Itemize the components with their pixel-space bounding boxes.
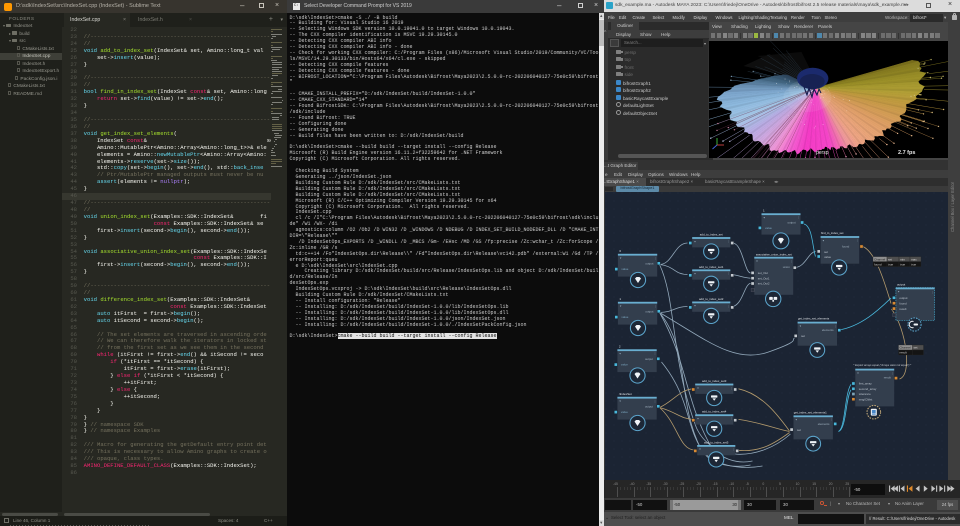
svg-text:value: value (620, 363, 627, 367)
svg-text:set_Out: set_Out (757, 271, 767, 275)
svg-text:result: result (899, 351, 907, 355)
svg-text:output: output (899, 296, 907, 300)
svg-text:set: set (824, 250, 828, 254)
svg-text:get_index_set_elements1: get_index_set_elements1 (793, 410, 826, 414)
svg-text:Channel: Channel (874, 257, 886, 261)
svg-text:value: value (620, 410, 627, 414)
svg-text:tolerance: tolerance (858, 392, 870, 396)
svg-text:set_Out1: set_Out1 (757, 276, 769, 280)
svg-text:⋮: ⋮ (797, 217, 800, 220)
svg-text:add_to_index_set1: add_to_index_set1 (698, 265, 723, 269)
svg-text:value: value (765, 226, 772, 230)
svg-text:set_Out2: set_Out2 (757, 282, 769, 286)
svg-text:⋮: ⋮ (730, 418, 733, 421)
svg-text:⋮: ⋮ (727, 305, 730, 308)
svg-text:output: output (645, 261, 653, 265)
svg-text:union: union (782, 265, 789, 269)
svg-text:⋮: ⋮ (727, 240, 730, 243)
svg-text:⋮: ⋮ (730, 387, 733, 390)
svg-text:output: output (644, 357, 652, 361)
svg-text:result: result (883, 376, 890, 380)
svg-text:associative_union_index_set: associative_union_index_set (755, 252, 791, 256)
svg-text:set: set (888, 257, 892, 261)
svg-text:output: output (644, 404, 652, 408)
svg-text:true: true (888, 262, 894, 266)
svg-text:⋮: ⋮ (654, 257, 657, 260)
svg-text:value: value (824, 255, 831, 259)
svg-text:true: true (900, 262, 906, 266)
svg-text:elements: elements (817, 422, 829, 426)
svg-text:max: max (911, 257, 917, 261)
svg-text:output: output (896, 283, 905, 287)
svg-text:⋮: ⋮ (654, 305, 657, 308)
svg-text:⋮: ⋮ (891, 372, 894, 375)
svg-text:true: true (911, 262, 917, 266)
svg-text:msg/Clblst: msg/Clblst (858, 397, 872, 401)
svg-text:⋮: ⋮ (829, 419, 832, 422)
svg-text:second_array: second_array (858, 387, 876, 391)
svg-text:2.7 fps: 2.7 fps (898, 150, 915, 156)
svg-text:⋮: ⋮ (931, 291, 934, 294)
svg-text:first_array: first_array (858, 382, 871, 386)
svg-text:⋮: ⋮ (856, 239, 859, 242)
svg-text:value: value (621, 267, 628, 271)
svg-text:/IndexSet: /IndexSet (618, 392, 631, 396)
svg-text:⋮: ⋮ (727, 273, 730, 276)
svg-text:persp: persp (816, 150, 829, 156)
svg-text:get_index_set_elements: get_index_set_elements (797, 317, 829, 321)
svg-text:found: found (841, 245, 849, 249)
svg-text:⋮: ⋮ (790, 260, 793, 263)
svg-text:elements: elements (821, 328, 833, 332)
svg-text:set: set (801, 334, 805, 338)
svg-text:Channel: Channel (899, 346, 911, 350)
svg-text:found: found (899, 301, 907, 305)
svg-text:value: value (621, 315, 628, 319)
svg-text:add_to_index_set3: add_to_index_set3 (701, 379, 726, 383)
svg-text:found: found (874, 262, 882, 266)
svg-text:⋮: ⋮ (653, 400, 656, 403)
svg-text:add_to_index_set: add_to_index_set (699, 233, 722, 237)
svg-text:⋮: ⋮ (653, 353, 656, 356)
svg-text:find_in_index_set: find_in_index_set (820, 231, 843, 235)
svg-text:⋮: ⋮ (834, 325, 837, 328)
svg-text:set: set (913, 346, 917, 350)
svg-text:add_to_index_set4: add_to_index_set4 (701, 410, 726, 414)
svg-text:output: output (645, 309, 653, 313)
svg-text:add_to_index_set2: add_to_index_set2 (698, 297, 723, 301)
svg-text:result: result (899, 307, 906, 311)
svg-text:output: output (787, 221, 795, 225)
svg-text:add_to_index_set5: add_to_index_set5 (703, 440, 728, 444)
svg-text:set: set (797, 428, 801, 432)
svg-text:* Expect arrays equal ("Arrays: * Expect arrays equal ("Arrays were not … (853, 363, 912, 367)
svg-text:⋮: ⋮ (732, 448, 735, 451)
svg-text:min: min (900, 257, 905, 261)
